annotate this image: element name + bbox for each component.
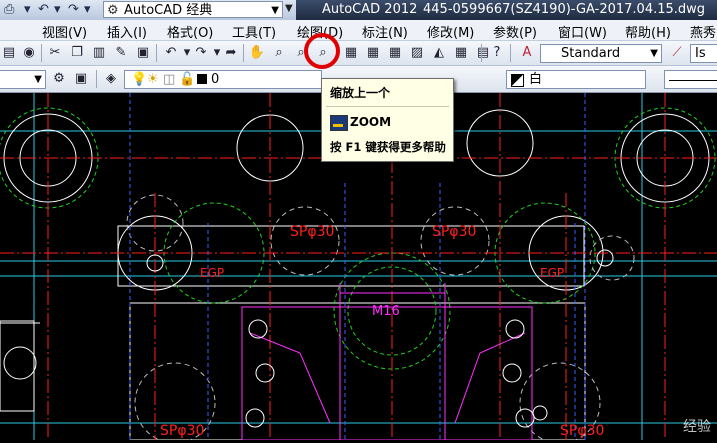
lightbulb-icon: 💡 <box>131 72 148 87</box>
markup-icon[interactable]: ◭ <box>430 44 448 62</box>
workspace-combo[interactable]: ▼ <box>0 70 46 89</box>
print-dropdown-icon[interactable]: ▾ <box>24 2 31 18</box>
drawing-label-spo30: SPφ30 <box>290 224 334 240</box>
design-center-icon[interactable]: ▦ <box>364 44 382 62</box>
watermark: 经验 <box>683 419 711 435</box>
text-style-value: Standard <box>561 46 621 61</box>
drawing-label-spo30: SPφ30 <box>160 423 204 439</box>
color-value: 白 <box>529 72 543 87</box>
save-icon[interactable]: ▤ <box>0 44 18 62</box>
quickcalc-icon[interactable]: ▦ <box>452 44 470 62</box>
standard-toolbar: ▤ ◉ ✂ ❐ ▥ ✎ ▣ ↶ ▾ ↷ ▾ ➦ ✋ ⌕ ⌕ ⌕ ▦ ▦ ▦ ▨ … <box>0 41 717 66</box>
layer-states-icon[interactable]: ▣ <box>72 70 90 88</box>
menu-tools[interactable]: 工具(T) <box>232 22 276 41</box>
tooltip-help: 按 F1 键获得更多帮助 <box>330 140 446 154</box>
dimension-style-value: Is <box>695 46 706 61</box>
layer-color-swatch <box>197 74 207 84</box>
menu-window[interactable]: 窗口(W) <box>558 22 607 41</box>
layer-value: 0 <box>211 72 220 87</box>
match-properties-icon[interactable]: ✎ <box>112 44 130 62</box>
tooltip-divider <box>326 106 449 107</box>
gear-icon: ⚙ <box>107 3 119 18</box>
menu-format[interactable]: 格式(O) <box>167 22 213 41</box>
redo-dropdown-icon[interactable]: ▾ <box>84 2 91 18</box>
sheet-set-icon[interactable]: ▨ <box>408 44 426 62</box>
undo-icon[interactable]: ↶ <box>38 2 49 18</box>
menu-bar: 视图(V) 插入(I) 格式(O) 工具(T) 绘图(D) 标注(N) 修改(M… <box>0 20 717 41</box>
properties-icon[interactable]: ▦ <box>342 44 360 62</box>
menu-modify[interactable]: 修改(M) <box>427 22 474 41</box>
cut-icon[interactable]: ✂ <box>46 44 64 62</box>
color-select[interactable]: 白 <box>506 70 646 89</box>
chevron-down-icon: ▼ <box>34 74 42 85</box>
dimension-style-icon[interactable]: ⟋ <box>668 44 686 62</box>
drawing-label-spo30: SPφ30 <box>560 423 604 439</box>
text-style-icon[interactable]: A <box>518 44 536 62</box>
workspace-label: AutoCAD 经典 <box>124 3 213 18</box>
sun-icon: ☀ <box>147 72 159 87</box>
chevron-down-icon: ▼ <box>271 5 279 16</box>
block-editor-icon[interactable]: ▣ <box>134 44 152 62</box>
layer-properties-icon[interactable]: ◈ <box>102 70 120 88</box>
paste-icon[interactable]: ▥ <box>90 44 108 62</box>
highlight-circle <box>304 33 340 69</box>
menu-help[interactable]: 帮助(H) <box>625 22 671 41</box>
drawing-label-egp: EGP <box>200 266 224 280</box>
menu-insert[interactable]: 插入(I) <box>107 22 147 41</box>
text-style-select[interactable]: Standard ▼ <box>540 44 662 63</box>
tooltip-command: ZOOM <box>350 115 392 129</box>
layer-select[interactable]: 💡 ☀ ◫ 🔓 0 <box>124 70 322 89</box>
workspace-selector[interactable]: ⚙ AutoCAD 经典 ▼ <box>103 1 283 18</box>
undo-dropdown-icon[interactable]: ▾ <box>54 2 61 18</box>
zoom-realtime-icon[interactable]: ⌕ <box>270 44 288 62</box>
drawing-label-m16: M16 <box>372 304 400 319</box>
dimension-style-select[interactable]: Is <box>690 44 717 63</box>
pan-dropdown-icon[interactable]: ➦ <box>222 44 240 62</box>
unlock-icon: 🔓 <box>179 72 196 87</box>
print-icon[interactable]: ⎙ <box>4 2 14 18</box>
chevron-down-icon: ▼ <box>650 48 658 59</box>
menu-yanxiu[interactable]: 燕秀 <box>690 22 716 41</box>
pan-hand-icon[interactable]: ✋ <box>248 44 266 62</box>
quick-access-dropdown-icon[interactable]: ▼ <box>285 3 293 14</box>
copy-icon[interactable]: ❐ <box>68 44 86 62</box>
drawing-label-egp: EGP <box>540 266 564 280</box>
tooltip: 缩放上一个 ZOOM 按 F1 键获得更多帮助 <box>321 78 454 162</box>
redo-icon[interactable]: ↷ <box>68 2 79 18</box>
app-title: AutoCAD 2012 <box>322 2 418 17</box>
title-bar: ⎙ ▾ ↶ ▾ ↷ ▾ ⚙ AutoCAD 经典 ▼ ▼ AutoCAD 201… <box>0 0 717 21</box>
drawing-label-spo30: SPφ30 <box>432 224 476 240</box>
zoom-command-icon <box>330 115 348 131</box>
color-swatch-icon <box>511 74 524 87</box>
publish-icon[interactable]: ◉ <box>20 44 38 62</box>
menu-view[interactable]: 视图(V) <box>42 22 87 41</box>
layer-gear-icon[interactable]: ⚙ <box>50 70 68 88</box>
file-title: 445-0599667(SZ4190)-GA-2017.04.15.dwg <box>423 2 706 17</box>
menu-parametric[interactable]: 参数(P) <box>493 22 537 41</box>
linetype-select[interactable] <box>664 70 717 89</box>
menu-dimension[interactable]: 标注(N) <box>362 22 408 41</box>
help-icon[interactable]: ? <box>488 44 506 62</box>
tool-palettes-icon[interactable]: ▦ <box>386 44 404 62</box>
tooltip-title: 缩放上一个 <box>330 86 391 100</box>
viewport-freeze-icon: ◫ <box>163 72 176 87</box>
